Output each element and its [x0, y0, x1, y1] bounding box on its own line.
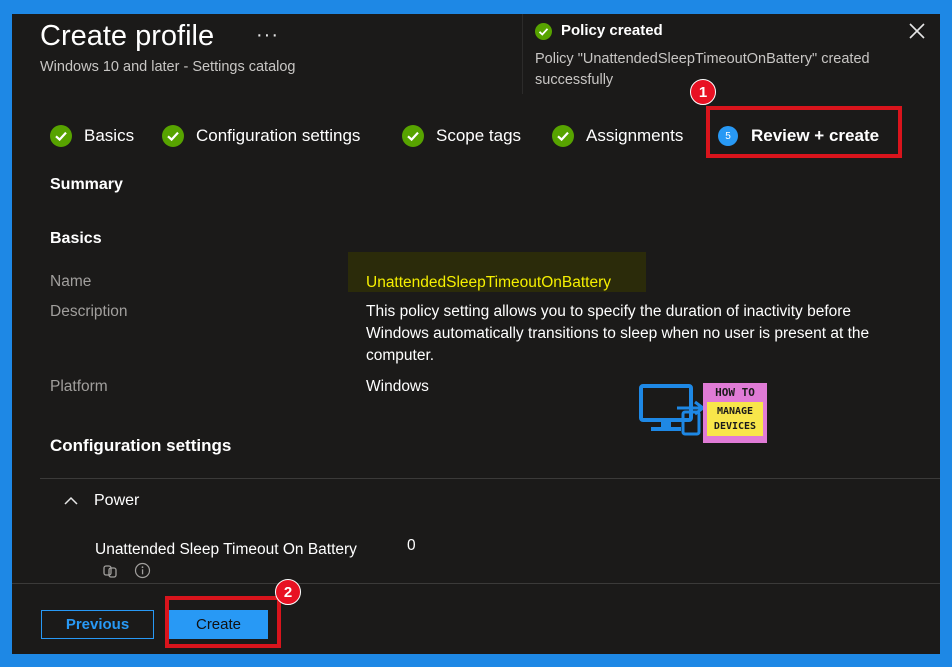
tab-label: Basics [84, 126, 135, 145]
tab-configuration-settings[interactable]: Configuration settings [162, 122, 360, 150]
power-group-label: Power [94, 492, 140, 509]
success-check-icon [535, 23, 552, 40]
summary-heading: Summary [50, 176, 123, 193]
how-to-manage-devices-logo: HOW TO MANAGE DEVICES [637, 382, 769, 444]
create-profile-panel: Create profile ··· Windows 10 and later … [12, 14, 940, 654]
complete-check-icon [50, 125, 72, 147]
complete-check-icon [552, 125, 574, 147]
callout-badge-2: 2 [275, 579, 301, 605]
tab-assignments[interactable]: Assignments [552, 122, 683, 150]
setting-label: Unattended Sleep Timeout On Battery [95, 541, 357, 558]
previous-button[interactable]: Previous [41, 610, 154, 639]
tab-basics[interactable]: Basics [50, 122, 134, 150]
policy-created-toast: Policy created Policy "UnattendedSleepTi… [522, 14, 903, 94]
toast-message: Policy "UnattendedSleepTimeoutOnBattery"… [535, 51, 870, 88]
page-subtitle: Windows 10 and later - Settings catalog [40, 59, 296, 75]
setting-value: 0 [407, 537, 416, 554]
platform-label: Platform [50, 378, 108, 395]
highlight-box-create [165, 596, 281, 648]
close-icon[interactable] [906, 20, 928, 42]
logo-line-2: MANAGE [716, 406, 754, 417]
description-label: Description [50, 303, 128, 320]
logo-line-1: HOW TO [715, 386, 755, 399]
tab-label: Assignments [586, 126, 684, 145]
footer-divider [12, 583, 940, 584]
page-title: Create profile [40, 20, 215, 52]
platform-value: Windows [366, 378, 429, 395]
chevron-up-icon [64, 496, 78, 505]
name-value: UnattendedSleepTimeoutOnBattery [366, 274, 611, 291]
basics-heading: Basics [50, 230, 102, 247]
power-group-toggle[interactable]: Power [62, 492, 139, 510]
logo-panel: MANAGE DEVICES [707, 402, 763, 436]
complete-check-icon [162, 125, 184, 147]
copilot-icon[interactable] [102, 563, 118, 584]
toast-title: Policy created [561, 22, 663, 39]
logo-line-3: DEVICES [713, 421, 757, 432]
name-label: Name [50, 273, 92, 290]
description-value: This policy setting allows you to specif… [366, 303, 870, 364]
tab-label: Scope tags [436, 126, 522, 145]
tab-label: Configuration settings [196, 126, 361, 145]
complete-check-icon [402, 125, 424, 147]
configuration-settings-heading: Configuration settings [50, 436, 232, 455]
more-options-icon[interactable]: ··· [256, 24, 279, 47]
divider [40, 478, 940, 479]
highlight-box-review-create [706, 106, 902, 158]
info-icon[interactable] [134, 562, 151, 584]
tab-scope-tags[interactable]: Scope tags [402, 122, 521, 150]
callout-badge-1: 1 [690, 79, 716, 105]
